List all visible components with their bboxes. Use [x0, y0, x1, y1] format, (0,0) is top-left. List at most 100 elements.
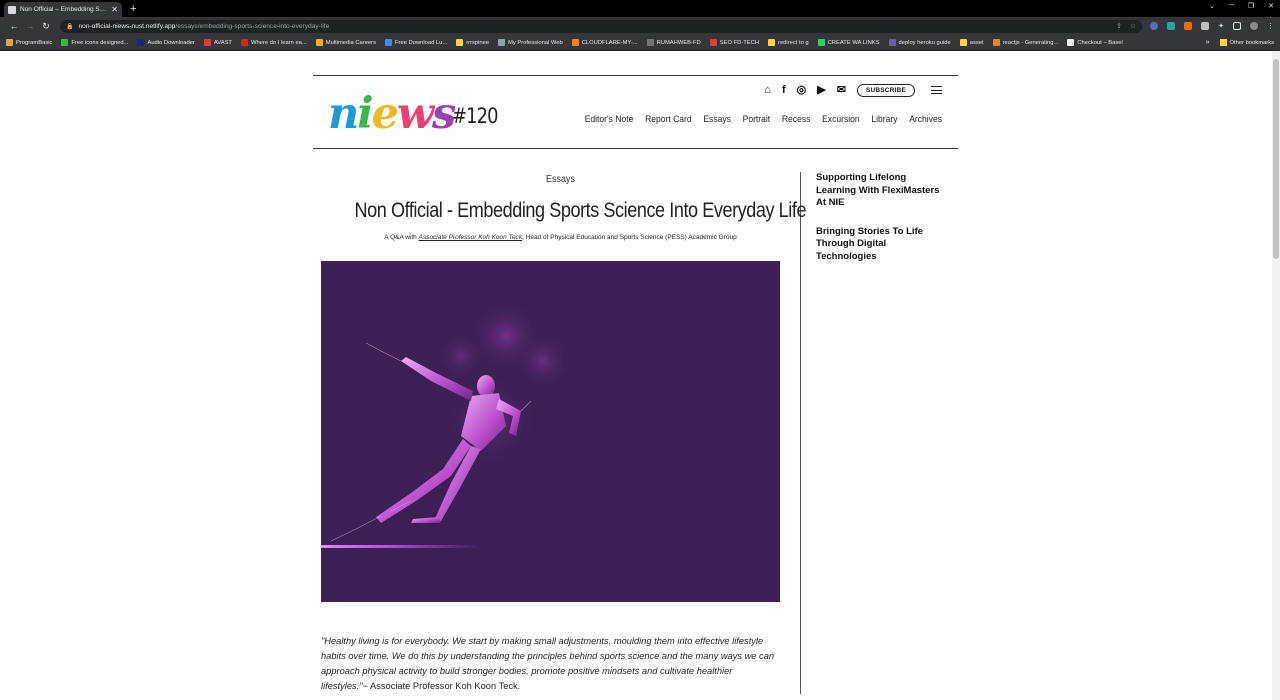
niews-logo[interactable]: niews: [328, 89, 456, 139]
window-controls: ⌄ ─ ❐ ✕: [1209, 2, 1274, 10]
facebook-icon[interactable]: f: [782, 83, 786, 97]
sidebar-link[interactable]: Supporting Lifelong Learning With FlexiM…: [816, 172, 941, 210]
bookmark-item[interactable]: RUMAHWEB-FD: [646, 39, 701, 46]
bookmark-item[interactable]: ProgramBasic: [6, 39, 52, 46]
bookmark-item[interactable]: Free icons designed...: [61, 39, 128, 46]
nav-item-editors-note[interactable]: Editor's Note: [585, 114, 634, 125]
article-category[interactable]: Essays: [345, 174, 776, 185]
extension-icon[interactable]: [1150, 22, 1159, 30]
other-bookmarks[interactable]: » Other bookmarks: [1206, 39, 1274, 46]
restore-icon[interactable]: ❐: [1248, 2, 1254, 10]
bookmark-label: Free icons designed...: [71, 39, 129, 46]
reload-icon[interactable]: ↻: [38, 21, 54, 32]
bookmarks-bar: ProgramBasic Free icons designed... Audio …: [0, 35, 1280, 51]
puzzle-icon[interactable]: ✦: [1218, 22, 1224, 30]
bookmark-label: reactjs - Generating...: [1002, 39, 1059, 46]
bookmark-label: ProgramBasic: [16, 39, 53, 46]
bookmark-icon: [888, 39, 896, 46]
hero-floor-glow: [321, 545, 481, 548]
bookmark-item[interactable]: AVAST: [203, 39, 232, 46]
bookmark-star-icon[interactable]: ☆: [1130, 22, 1136, 30]
chevron-right-icon[interactable]: »: [1206, 39, 1210, 46]
bookmark-item[interactable]: My Professional Web: [498, 39, 563, 46]
bookmark-item[interactable]: Audio Downloader: [137, 39, 195, 46]
bookmark-item[interactable]: reactjs - Generating...: [992, 39, 1059, 46]
bookmark-label: rrrspinee: [466, 39, 490, 46]
tab-search-icon[interactable]: ⌄: [1209, 2, 1215, 10]
bookmark-label: Checkout – Basel: [1077, 39, 1123, 46]
nav-item-excursion[interactable]: Excursion: [822, 114, 860, 125]
sidepanel-icon[interactable]: [1233, 22, 1241, 30]
bookmark-icon: [456, 39, 464, 46]
new-tab-icon[interactable]: +: [130, 2, 136, 17]
bookmark-item[interactable]: CLOUDFLARE-MY-...: [571, 39, 638, 46]
browser-tab[interactable]: Non Official – Embedding Sports ✕: [4, 2, 122, 17]
folder-icon: [1219, 39, 1227, 46]
bookmark-item[interactable]: Multimedia Careers: [315, 39, 376, 46]
site: niews #120 ⌂ f ◎ ▶ ✉ SUBSCRIBE Editor's …: [313, 75, 958, 694]
bookmark-label: asset: [969, 39, 984, 46]
issue-number: #120: [452, 104, 498, 128]
bookmark-icon: [498, 39, 506, 46]
bookmark-label: My Professional Web: [508, 39, 563, 46]
back-icon[interactable]: ←: [6, 21, 22, 31]
bookmark-item[interactable]: Checkout – Basel: [1067, 39, 1123, 46]
minimize-icon[interactable]: ─: [1229, 2, 1234, 10]
avatar[interactable]: [1250, 22, 1258, 30]
bookmark-label: Audio Downloader: [147, 39, 195, 46]
bookmark-item[interactable]: redirect to g: [768, 39, 809, 46]
bookmark-icon: [385, 39, 392, 46]
byline-prefix: A Q&A with: [384, 234, 419, 241]
youtube-icon[interactable]: ▶: [817, 83, 825, 97]
bookmark-item[interactable]: asset: [959, 39, 984, 46]
article: Essays Non Official - Embedding Sports S…: [313, 149, 807, 694]
home-icon[interactable]: ⌂: [764, 83, 771, 97]
menu-icon[interactable]: [931, 86, 942, 94]
bookmark-item[interactable]: rrrspinee: [456, 39, 489, 46]
nav-item-archives[interactable]: Archives: [909, 114, 942, 125]
email-icon[interactable]: ✉: [837, 83, 846, 97]
window-close-icon[interactable]: ✕: [1268, 2, 1274, 10]
address-bar[interactable]: 🔒 non-official-niews-nust.netlify.app/es…: [60, 19, 1143, 33]
nav-item-recess[interactable]: Recess: [782, 114, 811, 125]
lock-icon[interactable]: 🔒: [66, 23, 73, 30]
sidebar-link[interactable]: Bringing Stories To Life Through Digital…: [816, 226, 941, 264]
bookmark-icon: [817, 39, 825, 46]
logo-letter: s: [432, 89, 456, 139]
bookmark-label: deploy heroku guide: [898, 39, 951, 46]
author-link[interactable]: Associate Professor Koh Koon Teck: [419, 234, 522, 241]
nav-item-portrait[interactable]: Portrait: [743, 114, 771, 125]
nav-item-essays[interactable]: Essays: [703, 114, 731, 125]
url-host: non-official-niews-nust.netlify.app: [78, 22, 176, 30]
bookmark-item[interactable]: Where do I learn ea...: [240, 39, 307, 46]
other-bookmarks-label: Other bookmarks: [1229, 39, 1274, 46]
extension-icon[interactable]: [1184, 22, 1193, 30]
bookmark-item[interactable]: SEO FD-TECH: [709, 39, 760, 46]
browser-toolbar: ← → ↻ 🔒 non-official-niews-nust.netlify.…: [0, 17, 1280, 35]
social-links: ⌂ f ◎ ▶ ✉ SUBSCRIBE: [764, 83, 942, 97]
nav-item-library[interactable]: Library: [871, 114, 897, 125]
browser-tabbar: Non Official – Embedding Sports ✕ + ⌄ ─ …: [0, 0, 1280, 17]
bookmark-item[interactable]: deploy heroku guide: [888, 39, 951, 46]
share-icon[interactable]: ⇪: [1116, 22, 1122, 30]
sidebar: Supporting Lifelong Learning With FlexiM…: [800, 172, 958, 694]
forward-icon[interactable]: →: [22, 21, 38, 31]
bookmark-label: SEO FD-TECH: [719, 39, 760, 46]
close-icon[interactable]: ✕: [111, 5, 118, 14]
subscribe-button[interactable]: SUBSCRIBE: [856, 83, 915, 97]
tab-title: Non Official – Embedding Sports: [20, 6, 109, 13]
bookmark-item[interactable]: CREATE WA LINKS: [817, 39, 880, 46]
kebab-menu-icon[interactable]: ⋮: [1267, 22, 1274, 30]
bookmark-icon: [768, 39, 776, 46]
bookmark-icon: [6, 39, 13, 46]
extension-icon[interactable]: [1201, 22, 1210, 30]
bookmark-item[interactable]: Free Download Lu...: [385, 39, 447, 46]
nav-item-report-card[interactable]: Report Card: [645, 114, 692, 125]
instagram-icon[interactable]: ◎: [797, 83, 807, 97]
bookmark-icon: [137, 39, 145, 46]
bookmark-label: Free Download Lu...: [395, 39, 448, 46]
site-header: niews #120 ⌂ f ◎ ▶ ✉ SUBSCRIBE Editor's …: [313, 76, 958, 148]
scrollbar-thumb[interactable]: [1273, 59, 1279, 259]
extension-icon[interactable]: [1167, 22, 1176, 30]
scrollbar[interactable]: [1272, 51, 1280, 700]
